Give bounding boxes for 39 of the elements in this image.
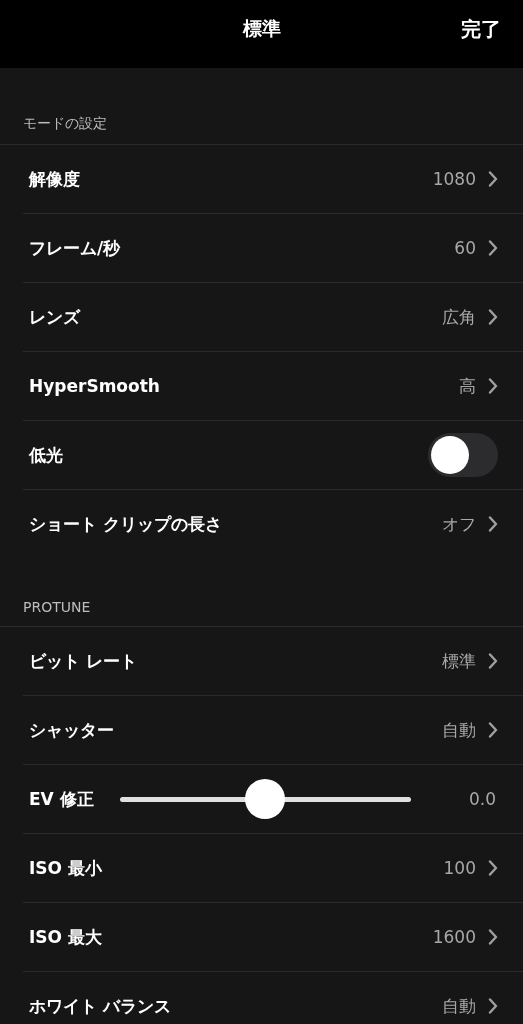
chevron-right-icon bbox=[488, 309, 498, 325]
setting-label: 解像度 bbox=[29, 167, 80, 191]
section-header: PROTUNE bbox=[23, 599, 91, 615]
setting-value[interactable]: オフ bbox=[442, 512, 476, 536]
chevron-right-icon bbox=[488, 722, 498, 738]
screen-title: 標準 bbox=[242, 16, 281, 41]
setting-label: ISO 最小 bbox=[29, 856, 102, 880]
setting-value[interactable]: 1080 bbox=[432, 169, 476, 189]
setting-value[interactable]: 100 bbox=[443, 858, 476, 878]
toggle-switch[interactable] bbox=[428, 433, 498, 477]
chevron-right-icon bbox=[488, 860, 498, 876]
setting-value[interactable]: 高 bbox=[459, 374, 476, 398]
section-header: モードの設定 bbox=[23, 115, 107, 133]
chevron-right-icon bbox=[488, 171, 498, 187]
chevron-right-icon bbox=[488, 378, 498, 394]
setting-label: ISO 最大 bbox=[29, 925, 102, 949]
chevron-right-icon bbox=[488, 240, 498, 256]
slider-reading: 0.0 bbox=[468, 789, 496, 809]
setting-label: ショート クリップの長さ bbox=[29, 512, 222, 536]
setting-label: シャッター bbox=[29, 718, 114, 742]
setting-label: フレーム/秒 bbox=[29, 236, 121, 260]
chevron-right-icon bbox=[488, 516, 498, 532]
slider-thumb[interactable] bbox=[245, 778, 286, 819]
setting-label: 低光 bbox=[29, 443, 63, 467]
setting-label: ビット レート bbox=[29, 649, 137, 673]
chevron-right-icon bbox=[488, 998, 498, 1014]
done-button[interactable]: 完了 bbox=[461, 16, 501, 43]
setting-value[interactable]: 自動 bbox=[442, 718, 476, 742]
setting-value[interactable]: 標準 bbox=[442, 649, 476, 673]
setting-label: ホワイト バランス bbox=[29, 994, 171, 1018]
setting-value[interactable]: 広角 bbox=[442, 305, 476, 329]
setting-value[interactable]: 1600 bbox=[432, 927, 476, 947]
chevron-right-icon bbox=[488, 653, 498, 669]
setting-label: レンズ bbox=[29, 305, 80, 329]
setting-value[interactable]: 自動 bbox=[442, 994, 476, 1018]
chevron-right-icon bbox=[488, 929, 498, 945]
setting-label: EV 修正 bbox=[29, 787, 94, 811]
setting-label: HyperSmooth bbox=[29, 376, 160, 396]
setting-value[interactable]: 60 bbox=[454, 238, 476, 258]
